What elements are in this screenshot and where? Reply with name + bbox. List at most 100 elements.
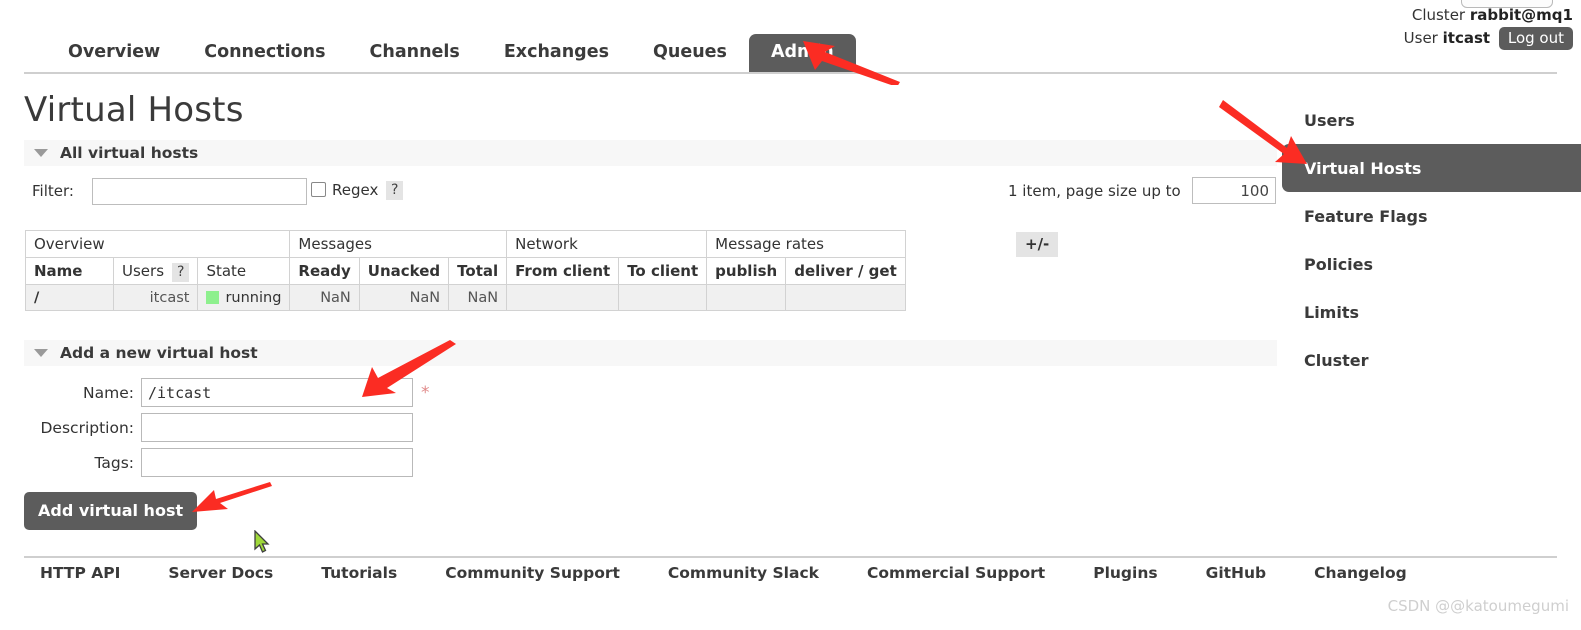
- filter-input[interactable]: [92, 178, 307, 205]
- sidebar-item-virtual-hosts[interactable]: Virtual Hosts: [1282, 144, 1581, 192]
- table-column-label: deliver / get: [794, 262, 897, 280]
- footer-link-community-slack[interactable]: Community Slack: [668, 564, 819, 582]
- table-column-header[interactable]: Users?: [112, 257, 199, 285]
- toggle-columns-button[interactable]: +/-: [1016, 232, 1059, 257]
- footer-link-community-support[interactable]: Community Support: [445, 564, 620, 582]
- footer-link-github[interactable]: GitHub: [1206, 564, 1267, 582]
- input-tags[interactable]: [141, 448, 413, 477]
- sidebar-item-label: Policies: [1304, 254, 1374, 274]
- footer-link-tutorials[interactable]: Tutorials: [321, 564, 397, 582]
- cluster-name-value: rabbit@mq1: [1469, 6, 1573, 24]
- nav-tab-overview[interactable]: Overview: [46, 34, 182, 73]
- nav-tab-queues[interactable]: Queues: [631, 34, 749, 73]
- table-column-header[interactable]: State: [197, 257, 291, 285]
- footer-link-commercial-support[interactable]: Commercial Support: [867, 564, 1045, 582]
- regex-checkbox[interactable]: [311, 182, 326, 197]
- add-virtual-host-button[interactable]: Add virtual host: [24, 492, 198, 530]
- table-column-label: Total: [457, 262, 499, 280]
- nav-tab-list: Overview Connections Channels Exchanges Queu…: [24, 29, 1557, 72]
- cell-publish: [706, 284, 787, 311]
- cell-vhost-users: itcast: [112, 284, 199, 311]
- section-label-add-virtual-host: Add a new virtual host: [60, 344, 258, 362]
- cluster-line: Cluster rabbit@mq1: [1404, 4, 1573, 27]
- table-column-header[interactable]: deliver / get: [785, 257, 906, 285]
- section-label-all-virtual-hosts: All virtual hosts: [60, 144, 199, 162]
- column-help-icon[interactable]: ?: [172, 263, 190, 282]
- cell-vhost-name: /: [25, 284, 114, 311]
- regex-label[interactable]: Regex: [332, 181, 378, 199]
- table-column-label: State: [206, 262, 247, 280]
- table-body: / itcast running NaN NaN NaN: [25, 284, 906, 311]
- virtual-hosts-table: Overview Messages Network Message rates Nam…: [24, 230, 906, 311]
- sidebar-item-users[interactable]: Users: [1282, 96, 1581, 144]
- table-head: Overview Messages Network Message rates Nam…: [24, 230, 906, 285]
- table-column-header[interactable]: Name: [25, 257, 114, 285]
- table-column-label: To client: [627, 262, 699, 280]
- table-column-label: From client: [515, 262, 611, 280]
- status-badge: running: [225, 289, 282, 306]
- sidebar-item-label: Users: [1304, 110, 1355, 130]
- mouse-cursor: [254, 530, 270, 553]
- chevron-down-icon: [34, 349, 48, 357]
- sidebar-item-policies[interactable]: Policies: [1282, 240, 1581, 288]
- table-column-header[interactable]: publish: [706, 257, 787, 285]
- rabbitmq-management-page: Cluster rabbit@mq1 User itcast Log out O…: [0, 0, 1581, 630]
- footer-link-server-docs[interactable]: Server Docs: [168, 564, 273, 582]
- page-size-input[interactable]: [1192, 177, 1276, 204]
- filter-label: Filter:: [32, 182, 74, 200]
- table-column-label: Name: [34, 262, 83, 280]
- chevron-down-icon: [34, 149, 48, 157]
- table-column-label: publish: [715, 262, 778, 280]
- table-column-header[interactable]: To client: [618, 257, 708, 285]
- sidebar-item-label: Cluster: [1304, 350, 1369, 370]
- sidebar-item-label: Limits: [1304, 302, 1360, 322]
- cluster-prefix-label: Cluster: [1411, 6, 1466, 24]
- table-column-header-row: Name Users? State Ready Unacked Total From cli…: [25, 257, 906, 285]
- nav-tab-channels[interactable]: Channels: [348, 34, 482, 73]
- arrow-to-add-virtual-host-button: [192, 482, 272, 512]
- footer-link-changelog[interactable]: Changelog: [1314, 564, 1407, 582]
- footer-link-http-api[interactable]: HTTP API: [40, 564, 120, 582]
- section-header-add-virtual-host[interactable]: Add a new virtual host: [24, 340, 1277, 366]
- footer-divider: [24, 556, 1557, 558]
- table-column-label: Unacked: [367, 262, 441, 280]
- cell-unacked: NaN: [358, 284, 450, 311]
- cell-to-client: [618, 284, 708, 311]
- admin-sidebar: Users Virtual Hosts Feature Flags Policies L…: [1282, 96, 1581, 384]
- input-name[interactable]: [141, 378, 413, 407]
- sidebar-item-feature-flags[interactable]: Feature Flags: [1282, 192, 1581, 240]
- sidebar-item-label: Feature Flags: [1304, 206, 1428, 226]
- table-column-header[interactable]: From client: [506, 257, 620, 285]
- table-group-header: Messages: [289, 230, 508, 258]
- nav-tab-admin[interactable]: Admin: [748, 33, 856, 72]
- cell-deliver-get: [785, 284, 906, 311]
- regex-help-icon[interactable]: ?: [386, 181, 404, 200]
- cell-vhost-state: running: [197, 284, 291, 311]
- input-description[interactable]: [141, 413, 413, 442]
- table-group-header: Overview: [24, 230, 291, 258]
- form-label: Tags:: [94, 454, 134, 472]
- table-column-label: Users: [122, 262, 165, 280]
- nav-tab-connections[interactable]: Connections: [182, 34, 347, 73]
- table-column-header[interactable]: Total: [448, 257, 508, 285]
- sidebar-item-cluster[interactable]: Cluster: [1282, 336, 1581, 384]
- pager-text: 1 item, page size up to: [1008, 182, 1181, 200]
- cell-total: NaN: [448, 284, 508, 311]
- nav-tab-exchanges[interactable]: Exchanges: [482, 34, 631, 73]
- status-indicator-icon: [206, 290, 220, 304]
- required-marker: *: [421, 383, 430, 403]
- footer-link-plugins[interactable]: Plugins: [1093, 564, 1157, 582]
- table-group-header: Network: [506, 230, 708, 258]
- page-title: Virtual Hosts: [24, 90, 244, 130]
- table-group-header-row: Overview Messages Network Message rates: [24, 230, 906, 258]
- filter-row: Filter: Regex ? 1 item, page size up to: [24, 177, 1277, 206]
- form-label: Name:: [83, 384, 134, 402]
- table-column-header[interactable]: Unacked: [358, 257, 450, 285]
- table-row[interactable]: / itcast running NaN NaN NaN: [25, 284, 906, 311]
- table-group-header: Message rates: [706, 230, 906, 258]
- table-column-header[interactable]: Ready: [289, 257, 360, 285]
- table-column-label: Ready: [298, 262, 351, 280]
- watermark: CSDN @@katoumegumi: [1387, 597, 1569, 615]
- sidebar-item-limits[interactable]: Limits: [1282, 288, 1581, 336]
- section-header-all-virtual-hosts[interactable]: All virtual hosts: [24, 140, 1277, 166]
